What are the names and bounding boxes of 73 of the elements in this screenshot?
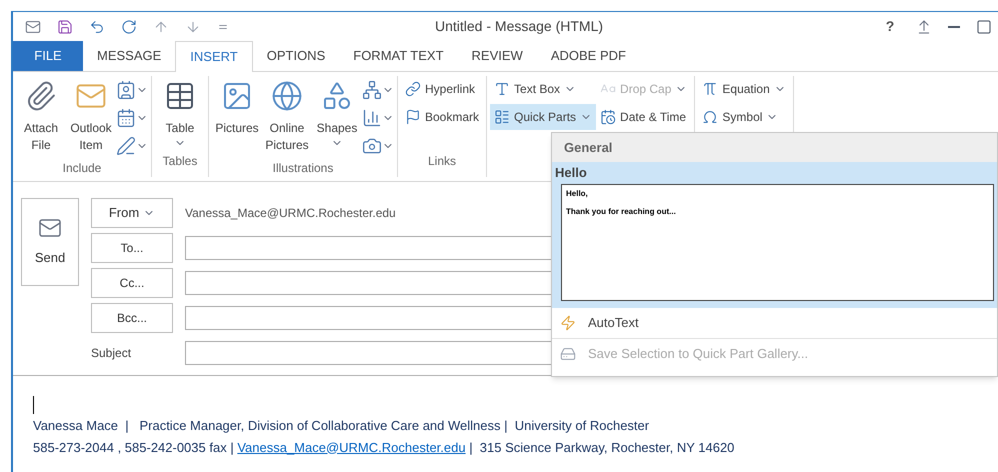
screenshot-icon <box>362 136 382 156</box>
window-title: Untitled - Message (HTML) <box>435 17 604 36</box>
ribbon-button[interactable]: Date & Time <box>596 104 692 130</box>
menu-item[interactable]: AutoText <box>552 308 997 338</box>
gallery-header: General <box>552 133 997 162</box>
minimize-icon <box>948 26 960 28</box>
ribbon-tab[interactable]: FILE <box>13 41 83 71</box>
ribbon-button[interactable]: Hyperlink <box>401 76 484 102</box>
ribbon-icon-button[interactable] <box>362 108 394 128</box>
omega-icon <box>702 109 718 125</box>
ribbon-button[interactable]: Quick Parts <box>490 104 596 130</box>
recipient-button[interactable]: Bcc... <box>91 303 173 333</box>
ribbon-tab[interactable]: REVIEW <box>458 41 537 71</box>
paperclip-icon <box>25 80 57 112</box>
table-icon <box>164 80 196 112</box>
signature-line: Vanessa Mace | Practice Manager, Division of Collaborative Care and Wellness | University of Rochester <box>33 417 650 435</box>
ribbon-icon-button[interactable] <box>116 108 148 128</box>
chart-icon <box>362 108 382 128</box>
group-label: Tables <box>162 154 198 168</box>
maximize-icon <box>976 18 992 34</box>
send-button[interactable]: Send <box>21 198 79 286</box>
calendar-icon <box>116 108 136 128</box>
ribbon-icon-button[interactable] <box>116 136 148 156</box>
ribbon-tab[interactable]: MESSAGE <box>83 41 176 71</box>
shapes-icon <box>321 80 353 112</box>
help-button[interactable]: ? <box>880 16 900 37</box>
picture-icon <box>221 80 253 112</box>
bookmark-icon <box>405 109 421 125</box>
ribbon-button[interactable]: Attach File <box>16 76 66 156</box>
pi-icon <box>702 81 718 97</box>
hyperlink-icon <box>405 81 421 97</box>
message-icon <box>25 18 41 34</box>
preview-text: Hello, <box>566 189 589 199</box>
ribbon-button[interactable]: Table <box>155 76 205 149</box>
ribbon-button[interactable]: Symbol <box>698 104 790 130</box>
text-box-icon <box>494 81 510 97</box>
ribbon-button[interactable]: Shapes <box>312 76 362 156</box>
ribbon-tab[interactable]: INSERT <box>175 41 253 72</box>
smartart-icon <box>362 80 382 100</box>
ribbon-tab[interactable]: OPTIONS <box>252 41 340 71</box>
contact-card-icon <box>116 80 136 100</box>
quick-part-entry[interactable]: Hello Hello, Thank you for reaching out... <box>552 162 997 308</box>
group-label: Illustrations <box>272 161 334 175</box>
subject-label: Subject <box>91 345 132 362</box>
from-address: Vanessa_Mace@URMC.Rochester.edu <box>185 205 396 222</box>
recipient-button[interactable]: To... <box>91 233 173 263</box>
ribbon-button[interactable]: Equation <box>698 76 790 102</box>
ribbon-icon-button[interactable] <box>362 136 394 156</box>
save-icon <box>57 18 73 34</box>
ribbon-button[interactable]: Bookmark <box>401 104 484 130</box>
ribbon-icon-button[interactable] <box>116 80 148 100</box>
autotext-icon <box>560 315 576 331</box>
from-button[interactable]: From <box>91 198 173 228</box>
redo-icon <box>121 18 137 34</box>
ribbon-button[interactable]: Outlook Item <box>66 76 116 156</box>
email-link[interactable]: Vanessa_Mace@URMC.Rochester.edu <box>237 440 466 454</box>
ribbon-tab[interactable]: ADOBE PDF <box>536 41 640 71</box>
undo-icon <box>89 18 105 34</box>
group-label: Include <box>62 161 102 175</box>
group-label: Links <box>428 154 456 168</box>
ribbon-icon-button[interactable] <box>362 80 394 100</box>
ribbon-button[interactable]: Online Pictures <box>262 76 312 156</box>
ribbon-display-icon <box>916 18 932 34</box>
recipient-button[interactable]: Cc... <box>91 268 173 298</box>
ribbon-tab[interactable]: FORMAT TEXT <box>339 41 458 71</box>
date-time-icon <box>600 109 616 125</box>
signature-line: 585-273-2044 , 585-242-0035 fax | Vanessa_Mace@URMC.Rochester.edu | 315 Science Parkway, Rochester, NY 14620 <box>33 438 736 457</box>
signature-icon <box>116 136 136 156</box>
text-cursor <box>33 396 34 414</box>
preview-text: Thank you for reaching out... <box>566 207 677 217</box>
ribbon-button[interactable]: Pictures <box>212 76 262 156</box>
ribbon-button[interactable]: Text Box <box>490 76 596 102</box>
quick-parts-icon <box>494 109 510 125</box>
